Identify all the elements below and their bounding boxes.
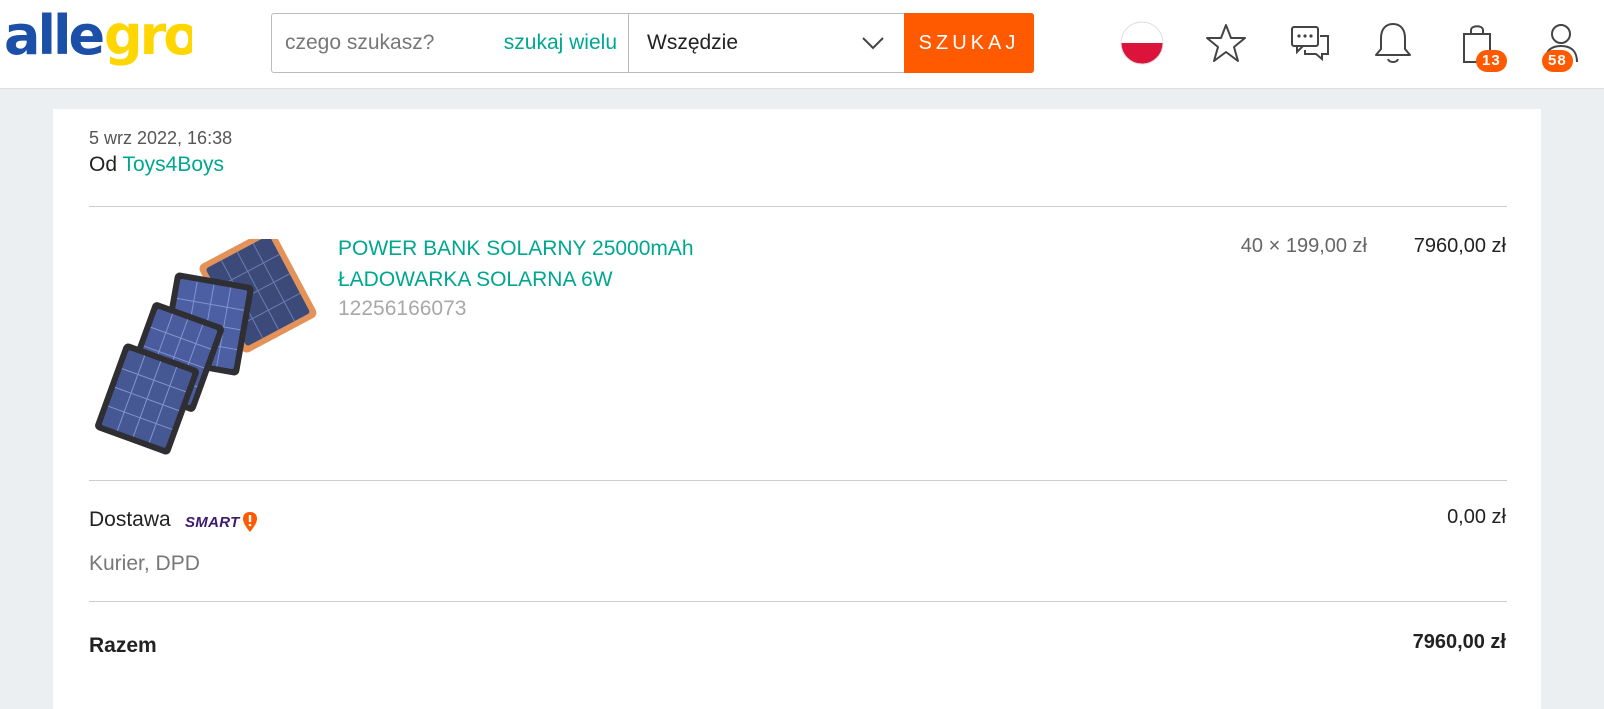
smart-badge-text: SMART bbox=[185, 513, 240, 531]
watched-button[interactable] bbox=[1201, 18, 1251, 68]
order-date: 5 wrz 2022, 16:38 bbox=[89, 128, 233, 148]
search-button[interactable]: SZUKAJ bbox=[904, 13, 1034, 73]
notifications-button[interactable] bbox=[1368, 18, 1418, 68]
search-scope-select[interactable]: Wszędzie bbox=[628, 14, 899, 72]
product-title-link[interactable]: POWER BANK SOLARNY 25000mAh ŁADOWARKA SO… bbox=[338, 233, 758, 295]
divider bbox=[89, 601, 1507, 602]
messages-button[interactable] bbox=[1285, 18, 1335, 68]
seller-prefix: Od bbox=[89, 153, 118, 176]
cart-count-badge: 13 bbox=[1476, 50, 1507, 72]
top-header: alle gro szukaj wielu Wszędzie SZUKAJ bbox=[0, 0, 1604, 89]
delivery-price: 0,00 zł bbox=[1447, 506, 1506, 528]
delivery-method: Kurier, DPD bbox=[89, 552, 200, 575]
summary-total: 7960,00 zł bbox=[1412, 631, 1506, 653]
poland-flag-icon bbox=[1120, 21, 1164, 65]
star-icon bbox=[1206, 24, 1246, 62]
delivery-label: Dostawa bbox=[89, 508, 171, 531]
smart-exclamation-icon bbox=[242, 512, 257, 532]
chevron-down-icon bbox=[862, 37, 884, 50]
divider bbox=[89, 480, 1507, 481]
summary-label: Razem bbox=[89, 634, 157, 657]
bell-icon bbox=[1375, 23, 1411, 63]
allegro-logo[interactable]: alle gro bbox=[4, 8, 192, 76]
svg-text:gro: gro bbox=[104, 8, 192, 67]
item-total: 7960,00 zł bbox=[1413, 235, 1506, 257]
account-button[interactable]: 58 bbox=[1536, 18, 1586, 72]
smart-badge: SMART bbox=[185, 511, 258, 533]
order-card: 5 wrz 2022, 16:38 Od Toys4Boys POWER BAN… bbox=[53, 109, 1541, 709]
svg-text:alle: alle bbox=[4, 8, 103, 67]
search-scope-value: Wszędzie bbox=[647, 31, 739, 54]
product-thumbnail[interactable] bbox=[89, 239, 319, 457]
language-button[interactable] bbox=[1117, 18, 1167, 68]
item-quantity-price: 40 × 199,00 zł bbox=[1240, 235, 1367, 257]
order-seller: Od Toys4Boys bbox=[89, 153, 224, 177]
chat-icon bbox=[1291, 26, 1329, 62]
seller-link[interactable]: Toys4Boys bbox=[122, 153, 224, 176]
divider bbox=[89, 206, 1507, 207]
search-many-link[interactable]: szukaj wielu bbox=[498, 14, 628, 72]
account-count-badge: 58 bbox=[1542, 50, 1573, 72]
cart-button[interactable]: 13 bbox=[1452, 18, 1507, 72]
offer-id: 12256166073 bbox=[338, 297, 467, 320]
